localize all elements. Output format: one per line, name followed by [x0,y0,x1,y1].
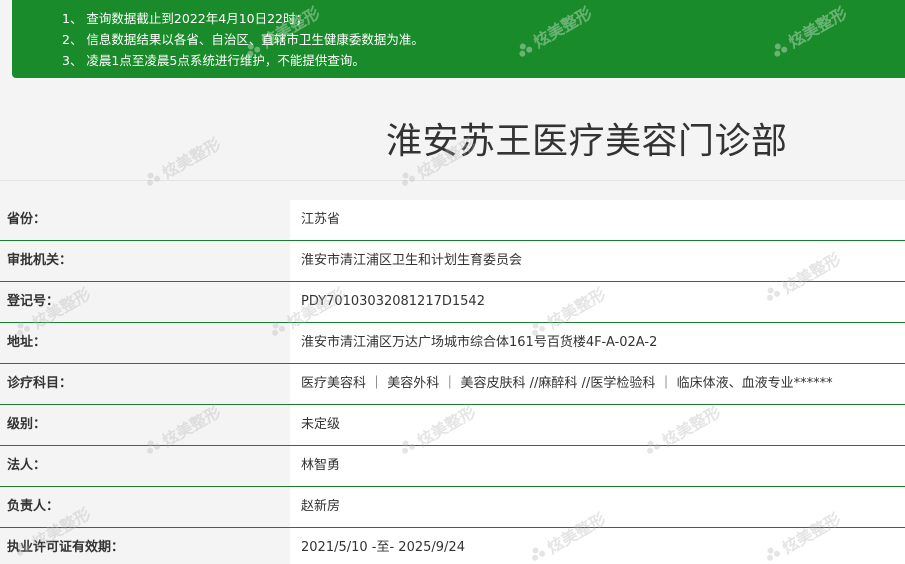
table-row: 级别： 未定级 [0,405,905,446]
row-value: 林智勇 [290,446,905,486]
page: 1、 查询数据截止到2022年4月10日22时； 2、 信息数据结果以各省、自治… [0,0,905,564]
notice-line-2: 2、 信息数据结果以各省、自治区、直辖市卫生健康委数据为准。 [62,32,424,47]
row-value: 淮安市清江浦区卫生和计划生育委员会 [290,241,905,281]
row-value: 淮安市清江浦区万达广场城市综合体161号百货楼4F-A-02A-2 [290,323,905,363]
row-value: 医疗美容科 ｜ 美容外科 ｜ 美容皮肤科 //麻醉科 //医学检验科 ｜ 临床体… [290,364,905,404]
row-label: 登记号： [0,282,290,322]
notice-line-3: 3、 凌晨1点至凌晨5点系统进行维护，不能提供查询。 [62,53,365,68]
row-label: 诊疗科目： [0,364,290,404]
flower-logo-icon [147,172,161,186]
notice-banner: 1、 查询数据截止到2022年4月10日22时； 2、 信息数据结果以各省、自治… [12,0,905,78]
row-value: PDY70103032081217D1542 [290,282,905,322]
table-row: 地址： 淮安市清江浦区万达广场城市综合体161号百货楼4F-A-02A-2 [0,323,905,364]
row-value: 江苏省 [290,200,905,240]
table-row: 诊疗科目： 医疗美容科 ｜ 美容外科 ｜ 美容皮肤科 //麻醉科 //医学检验科… [0,364,905,405]
notice-line-1: 1、 查询数据截止到2022年4月10日22时； [62,11,309,26]
row-value: 赵新房 [290,487,905,527]
table-row: 审批机关： 淮安市清江浦区卫生和计划生育委员会 [0,241,905,282]
row-label: 省份： [0,200,290,240]
table-row: 登记号： PDY70103032081217D1542 [0,282,905,323]
flower-logo-icon [402,172,416,186]
row-value: 2021/5/10 -至- 2025/9/24 [290,528,905,564]
row-label: 法人： [0,446,290,486]
table-row: 法人： 林智勇 [0,446,905,487]
row-label: 执业许可证有效期： [0,528,290,564]
table-row: 执业许可证有效期： 2021/5/10 -至- 2025/9/24 [0,528,905,564]
divider [0,180,905,181]
row-label: 地址： [0,323,290,363]
page-title: 淮安苏王医疗美容门诊部 [386,121,788,162]
row-value: 未定级 [290,405,905,445]
row-label: 负责人： [0,487,290,527]
info-table: 省份： 江苏省 审批机关： 淮安市清江浦区卫生和计划生育委员会 登记号： PDY… [0,200,905,564]
row-label: 审批机关： [0,241,290,281]
table-row: 省份： 江苏省 [0,200,905,241]
row-label: 级别： [0,405,290,445]
table-row: 负责人： 赵新房 [0,487,905,528]
